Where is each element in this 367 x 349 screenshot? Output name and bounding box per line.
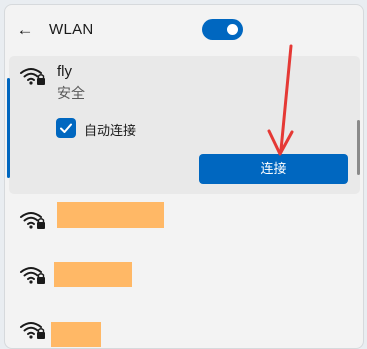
redacted-ssid xyxy=(57,202,164,228)
network-ssid: fly xyxy=(57,63,72,80)
page-title: WLAN xyxy=(49,21,94,38)
panel-header: ← WLAN xyxy=(5,5,363,55)
selection-indicator xyxy=(7,78,10,178)
back-arrow-icon[interactable]: ← xyxy=(15,20,35,40)
redacted-ssid xyxy=(51,322,101,347)
auto-connect-checkbox[interactable] xyxy=(56,118,76,138)
wifi-secured-icon xyxy=(19,65,47,87)
connect-button[interactable]: 连接 xyxy=(199,154,348,184)
redacted-ssid xyxy=(54,262,132,287)
wifi-secured-icon xyxy=(19,209,47,231)
wlan-toggle[interactable] xyxy=(202,19,243,40)
wlan-panel: ← WLAN fly 安全 自动连接 连接 xyxy=(4,4,364,349)
checkmark-icon xyxy=(60,123,72,133)
wifi-secured-icon xyxy=(19,319,47,341)
toggle-knob xyxy=(227,24,238,35)
wifi-secured-icon xyxy=(19,264,47,286)
auto-connect-label[interactable]: 自动连接 xyxy=(84,120,136,139)
network-security: 安全 xyxy=(57,85,85,101)
scrollbar[interactable] xyxy=(357,120,360,175)
